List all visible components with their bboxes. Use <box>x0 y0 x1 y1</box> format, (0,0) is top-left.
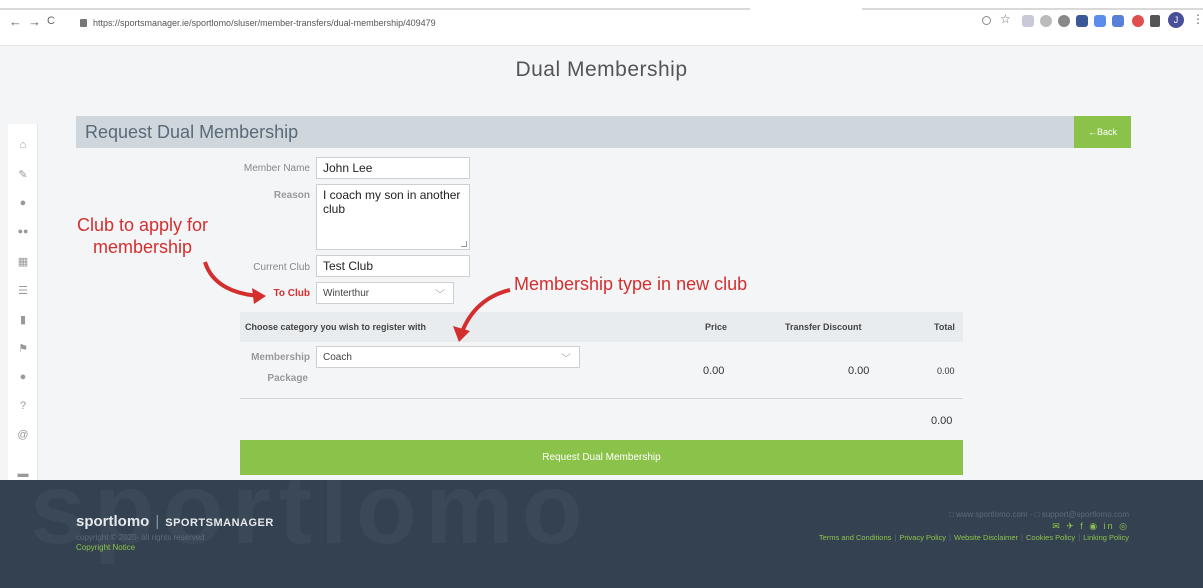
terms-link[interactable]: Terms and Conditions <box>819 533 892 542</box>
social-icons[interactable]: ✉ ✈ f ◉ in ◎ <box>1052 521 1129 532</box>
arrow-to-package <box>460 288 511 333</box>
brand-name: sportlomo <box>76 513 150 530</box>
footer-contact[interactable]: □ www.sportlomo.com · □ support@sportlom… <box>949 510 1129 519</box>
linking-link[interactable]: Linking Policy <box>1083 533 1129 542</box>
arrowhead <box>252 288 266 304</box>
brand-sub: SPORTSMANAGER <box>165 517 274 529</box>
disclaimer-link[interactable]: Website Disclaimer <box>954 533 1018 542</box>
privacy-link[interactable]: Privacy Policy <box>899 533 946 542</box>
footer-brand: sportlomo | SPORTSMANAGER <box>76 513 274 530</box>
copyright-notice-link[interactable]: Copyright Notice <box>76 543 135 552</box>
cookies-link[interactable]: Cookies Policy <box>1026 533 1075 542</box>
footer-links: Terms and Conditions | Privacy Policy | Webs… <box>818 533 1129 542</box>
site-footer: sportlomo sportlomo | SPORTSMANAGER copyri… <box>0 480 1203 588</box>
copyright-text: copyright © 2020- all rights reserved <box>76 533 205 542</box>
